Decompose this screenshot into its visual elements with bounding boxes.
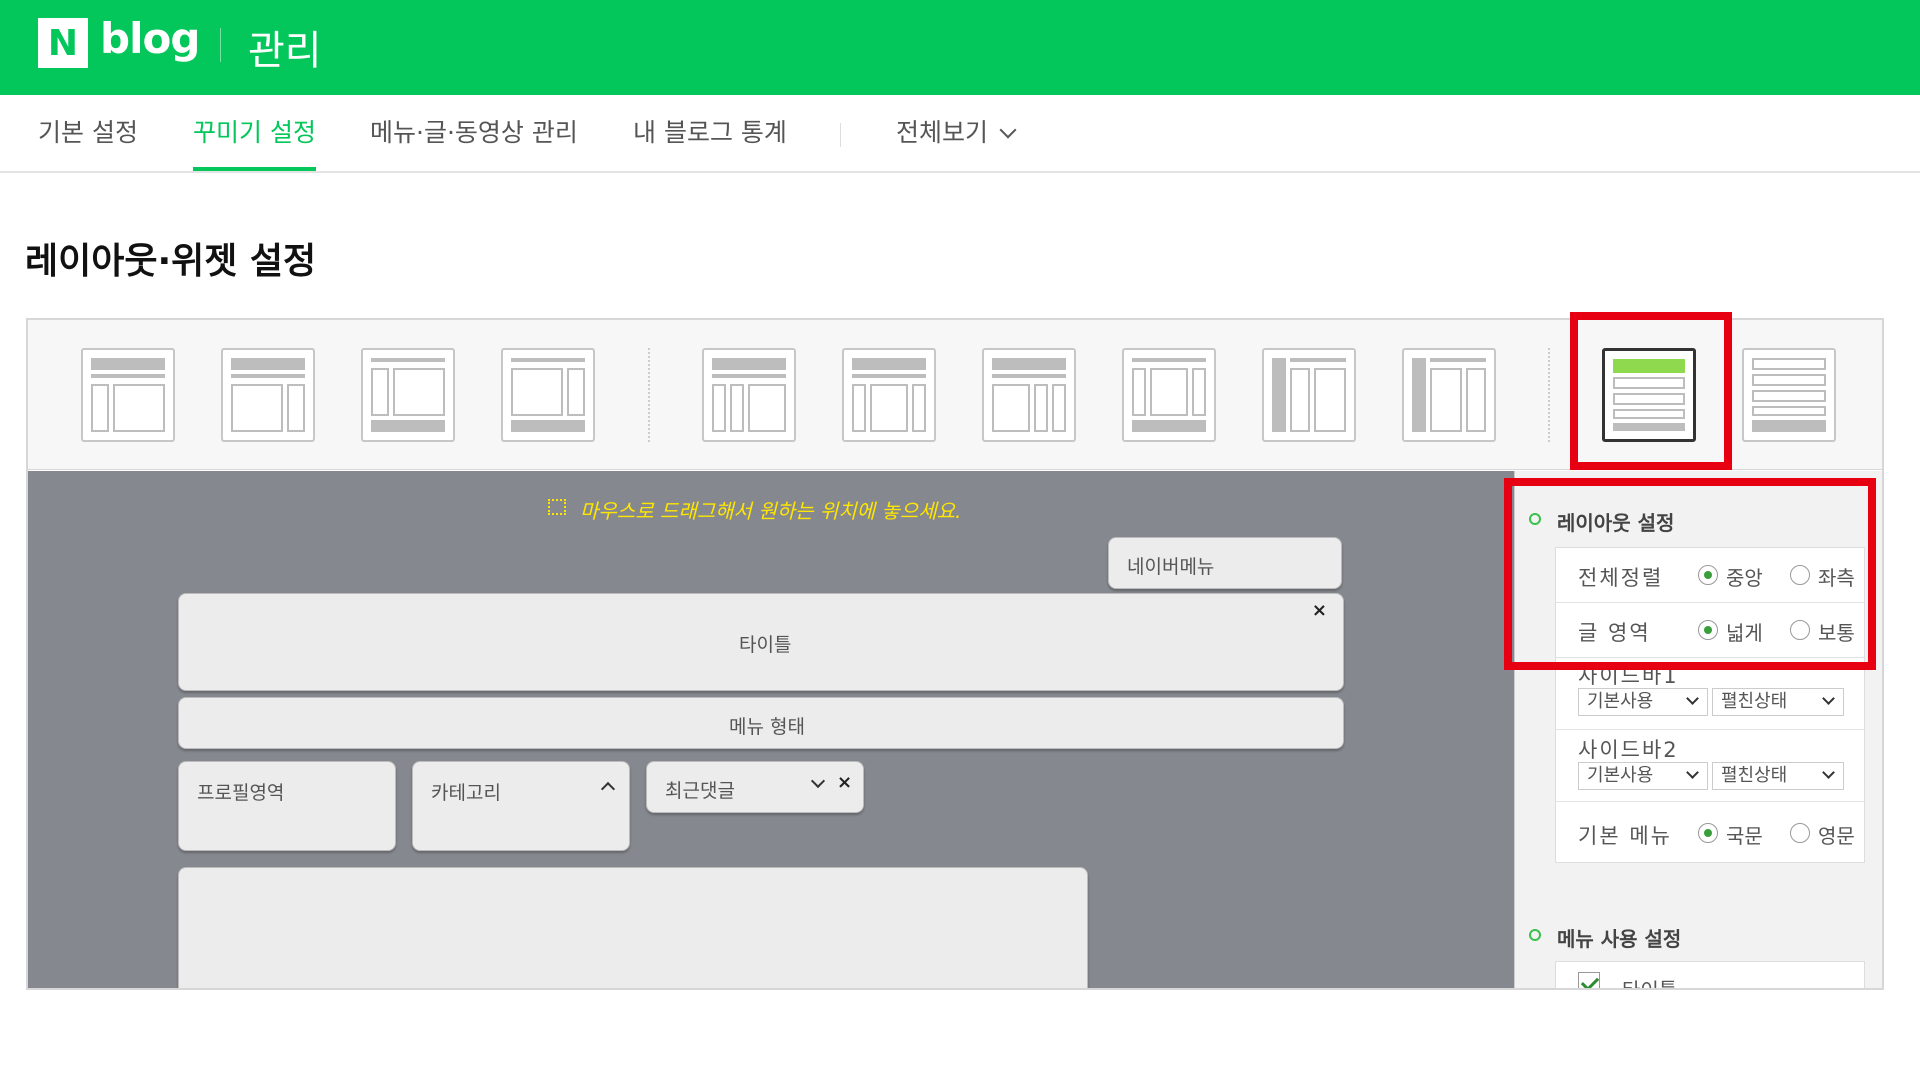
highlight-selected-layout <box>1570 312 1732 470</box>
chevron-down-icon[interactable] <box>810 773 826 789</box>
row-label: 사이드바2 <box>1578 738 1679 762</box>
highlight-layout-settings <box>1504 478 1876 670</box>
title-checkbox[interactable] <box>1578 972 1600 988</box>
widget-label: 타이틀 <box>739 634 792 656</box>
layout-option-5[interactable] <box>702 348 796 442</box>
radio-english[interactable] <box>1790 823 1810 843</box>
row-label: 기본 메뉴 <box>1578 824 1672 848</box>
widget-label: 프로필영역 <box>197 782 285 804</box>
radio-label: 국문 <box>1726 824 1763 848</box>
chevron-down-icon <box>1686 766 1699 779</box>
naver-logo-mark[interactable]: N <box>38 18 88 68</box>
logo-divider <box>220 28 221 62</box>
sidebar1-usage-select[interactable]: 기본사용 <box>1578 688 1708 716</box>
sidebar2-usage-select[interactable]: 기본사용 <box>1578 762 1708 790</box>
chevron-down-icon <box>1822 692 1835 705</box>
tab-view-all[interactable]: 전체보기 <box>896 113 1017 171</box>
tab-view-all-label: 전체보기 <box>896 118 989 147</box>
layout-option-9[interactable] <box>1262 348 1356 442</box>
layout-option-2[interactable] <box>221 348 315 442</box>
tab-decorate-settings[interactable]: 꾸미기 설정 <box>193 113 316 171</box>
layout-option-3[interactable] <box>361 348 455 442</box>
close-icon[interactable]: × <box>837 772 852 793</box>
menu-settings-title: 메뉴 사용 설정 <box>1557 927 1682 951</box>
widget-label: 카테고리 <box>431 782 501 804</box>
widget-category[interactable]: 카테고리 <box>412 761 630 851</box>
widget-profile[interactable]: 프로필영역 <box>178 761 396 851</box>
radio-korean[interactable] <box>1698 823 1718 843</box>
widget-label: 최근댓글 <box>665 780 735 802</box>
tab-menu-post-video[interactable]: 메뉴·글·동영상 관리 <box>370 113 578 171</box>
section-bullet-icon <box>1529 929 1541 941</box>
widget-title[interactable]: 타이틀 × <box>178 593 1344 691</box>
widget-label: 네이버메뉴 <box>1127 556 1215 578</box>
layout-option-8[interactable] <box>1122 348 1216 442</box>
layout-option-6[interactable] <box>842 348 936 442</box>
row-sidebar2: 사이드바2 기본사용 펼친상태 <box>1556 730 1864 802</box>
row-basic-menu: 기본 메뉴 국문 영문 <box>1556 802 1864 862</box>
layout-option-12[interactable] <box>1742 348 1836 442</box>
layout-option-10[interactable] <box>1402 348 1496 442</box>
page-title: 레이아웃·위젯 설정 <box>25 241 317 282</box>
blog-logo-text[interactable]: blog <box>100 14 200 63</box>
layout-option-1[interactable] <box>81 348 175 442</box>
tab-basic-settings[interactable]: 기본 설정 <box>38 113 138 171</box>
close-icon[interactable]: × <box>1312 600 1327 621</box>
checkbox-label: 타이틀 <box>1622 978 1678 990</box>
section-title[interactable]: 관리 <box>248 18 322 76</box>
widget-naver-menu[interactable]: 네이버메뉴 <box>1108 537 1342 589</box>
tab-blog-stats[interactable]: 내 블로그 통계 <box>633 113 787 171</box>
top-header: N blog 관리 <box>0 0 1920 95</box>
sidebar1-state-select[interactable]: 펼친상태 <box>1712 688 1844 716</box>
select-value: 기본사용 <box>1587 691 1654 712</box>
radio-label: 영문 <box>1818 824 1855 848</box>
layout-option-4[interactable] <box>501 348 595 442</box>
layout-option-7[interactable] <box>982 348 1076 442</box>
widget-workspace: 마우스로 드래그해서 원하는 위치에 놓으세요. 네이버메뉴 타이틀 × 메뉴 … <box>28 471 1514 988</box>
tab-navigation: 기본 설정 꾸미기 설정 메뉴·글·동영상 관리 내 블로그 통계 전체보기 <box>0 95 1920 173</box>
widget-recent-comments[interactable]: 최근댓글 × <box>646 761 864 813</box>
select-value: 펼친상태 <box>1721 691 1788 712</box>
widget-main-content[interactable] <box>178 867 1088 988</box>
strip-separator <box>648 348 650 442</box>
chevron-down-icon <box>999 121 1017 139</box>
sidebar2-state-select[interactable]: 펼친상태 <box>1712 762 1844 790</box>
widget-label: 메뉴 형태 <box>729 716 805 738</box>
widget-menu-type[interactable]: 메뉴 형태 <box>178 697 1344 749</box>
chevron-down-icon <box>1822 766 1835 779</box>
chevron-up-icon[interactable] <box>600 781 616 797</box>
drag-hint-text: 마우스로 드래그해서 원하는 위치에 놓으세요. <box>580 499 962 523</box>
select-value: 펼친상태 <box>1721 765 1788 786</box>
tab-divider <box>840 123 841 147</box>
select-value: 기본사용 <box>1587 765 1654 786</box>
chevron-down-icon <box>1686 692 1699 705</box>
strip-separator <box>1548 348 1550 442</box>
menu-settings-box: 타이틀 <box>1555 961 1865 990</box>
drag-cursor-icon <box>548 499 566 515</box>
